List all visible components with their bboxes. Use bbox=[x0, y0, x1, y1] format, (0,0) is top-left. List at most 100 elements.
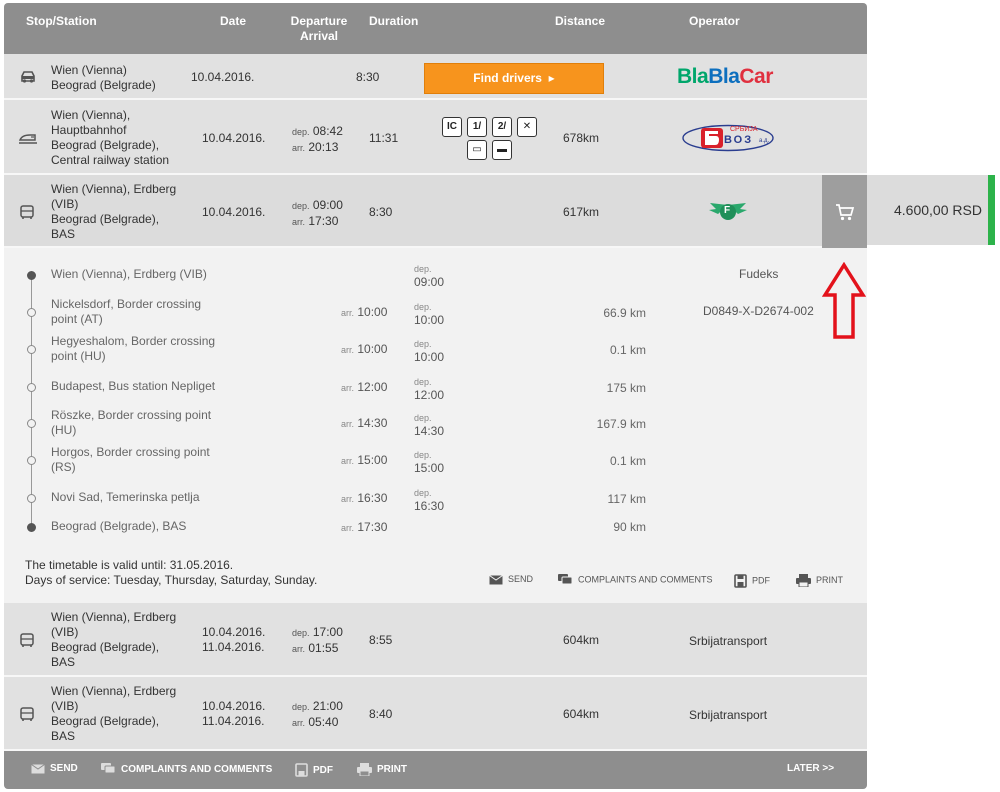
dep-time: 15:00 bbox=[414, 461, 445, 475]
find-drivers-button[interactable]: Find drivers ▸ bbox=[424, 63, 604, 94]
footer-print-button[interactable]: PRINT bbox=[357, 763, 407, 776]
print-button[interactable]: PRINT bbox=[796, 574, 843, 588]
stop-dot bbox=[27, 308, 36, 317]
table-row[interactable]: Wien (Vienna), Erdberg (VIB) Beograd (Be… bbox=[4, 677, 867, 751]
date: 10.04.2016. bbox=[202, 131, 266, 145]
ic-icon: IC bbox=[442, 117, 462, 137]
arr-time: 10:00 bbox=[357, 342, 388, 356]
later-label: LATER >> bbox=[787, 763, 835, 774]
stop-dep: dep. 14:30 bbox=[414, 411, 444, 438]
dep-label: dep. bbox=[414, 264, 432, 274]
duration: 8:30 bbox=[369, 205, 393, 219]
date: 10.04.2016. bbox=[191, 70, 255, 84]
cart-icon bbox=[836, 204, 855, 221]
duration: 11:31 bbox=[369, 131, 399, 145]
station: Wien (Vienna), Erdberg (VIB) Beograd (Be… bbox=[51, 182, 176, 242]
pdf-label: PDF bbox=[752, 575, 770, 586]
stop-name-line: Nickelsdorf, Border crossing bbox=[51, 297, 202, 311]
stop-dot bbox=[27, 419, 36, 428]
route-detail: Wien (Vienna), Erdberg (VIB) dep. 09:00 F… bbox=[4, 248, 867, 603]
arrival-time: 05:40 bbox=[308, 715, 339, 729]
footer-pdf-label: PDF bbox=[313, 764, 333, 776]
complaints-label: COMPLAINTS AND COMMENTS bbox=[578, 574, 713, 585]
dep-time: 10:00 bbox=[414, 313, 445, 327]
stop-dep: dep. 15:00 bbox=[414, 448, 444, 475]
departure-time: 09:00 bbox=[312, 198, 343, 212]
table-row-selected[interactable]: Wien (Vienna), Erdberg (VIB) Beograd (Be… bbox=[4, 175, 867, 248]
train-icon bbox=[18, 131, 38, 145]
price-box[interactable]: 4.600,00 RSD bbox=[867, 175, 995, 245]
timetable-panel: Stop/Station Date Departure Arrival Durat… bbox=[4, 3, 867, 789]
operator: Srbijatransport bbox=[689, 708, 768, 722]
bus-icon bbox=[19, 633, 37, 647]
dates: 10.04.2016. 11.04.2016. bbox=[202, 699, 265, 729]
stop-name-line: Horgos, Border crossing point bbox=[51, 445, 210, 459]
station-line: BAS bbox=[51, 655, 76, 669]
stop-name-line: (HU) bbox=[51, 423, 77, 437]
find-drivers-label: Find drivers bbox=[473, 71, 542, 85]
footer-send-button[interactable]: SEND bbox=[31, 763, 78, 774]
footer-print-label: PRINT bbox=[377, 764, 407, 775]
table-row[interactable]: Wien (Vienna) Beograd (Belgrade) 10.04.2… bbox=[4, 54, 867, 100]
send-button[interactable]: SEND bbox=[489, 574, 533, 585]
station: Wien (Vienna), Erdberg (VIB) Beograd (Be… bbox=[51, 684, 176, 744]
dep-label: dep. bbox=[414, 302, 432, 312]
stop-name-line: point (AT) bbox=[51, 312, 103, 326]
stop-distance: 66.9 km bbox=[603, 306, 646, 320]
stop-dot bbox=[27, 456, 36, 465]
printer-icon bbox=[796, 574, 811, 588]
arr-label: arr. bbox=[292, 217, 306, 227]
later-button[interactable]: LATER >> bbox=[787, 763, 834, 774]
station-line: Beograd (Belgrade), bbox=[51, 714, 160, 728]
distance: 617km bbox=[563, 205, 600, 219]
price: 4.600,00 RSD bbox=[894, 202, 982, 218]
first-class-icon: 1/ bbox=[467, 117, 487, 137]
footer-pdf-button[interactable]: PDF bbox=[295, 763, 333, 777]
srbija-voz-logo: СРБИЈА ВОЗ а.д. bbox=[682, 124, 774, 152]
dep-label: dep. bbox=[292, 127, 310, 137]
stop-name: Hegyeshalom, Border crossing point (HU) bbox=[51, 334, 251, 364]
date: 11.04.2016. bbox=[202, 640, 265, 654]
table-footer: SEND COMPLAINTS AND COMMENTS PDF PRINT L… bbox=[4, 751, 867, 789]
station-line: Beograd (Belgrade), bbox=[51, 640, 160, 654]
logo-part-2: Bla bbox=[708, 65, 740, 88]
comments-icon bbox=[558, 574, 573, 585]
table-row[interactable]: Wien (Vienna), Hauptbahnhof Beograd (Bel… bbox=[4, 100, 867, 175]
logo-part-1: Bla bbox=[677, 65, 709, 88]
stop-arr: arr. 10:00 bbox=[341, 305, 387, 319]
validity-info: The timetable is valid until: 31.05.2016… bbox=[25, 558, 317, 588]
cart-button[interactable] bbox=[822, 175, 867, 248]
dep-arr-times: dep. 21:00 arr. 05:40 bbox=[292, 699, 343, 731]
pdf-button[interactable]: PDF bbox=[734, 574, 770, 588]
blablacar-logo: BlaBlaCar bbox=[677, 65, 773, 89]
pdf-icon bbox=[734, 574, 747, 588]
departure-time: 08:42 bbox=[312, 124, 343, 138]
header-stop: Stop/Station bbox=[26, 14, 97, 28]
dep-time: 12:00 bbox=[414, 388, 445, 402]
stop-name-line: (RS) bbox=[51, 460, 76, 474]
stop-distance: 0.1 km bbox=[609, 343, 646, 357]
table-row[interactable]: Wien (Vienna), Erdberg (VIB) Beograd (Be… bbox=[4, 603, 867, 677]
stop-arr: arr. 17:30 bbox=[341, 520, 387, 534]
dep-arr-times: dep. 09:00 arr. 17:30 bbox=[292, 198, 343, 230]
stop-dep: dep. 10:00 bbox=[414, 337, 444, 364]
dep-label: dep. bbox=[414, 488, 432, 498]
arr-time: 12:00 bbox=[357, 380, 388, 394]
stop-name: Novi Sad, Temerinska petlja bbox=[51, 490, 200, 504]
footer-complaints-button[interactable]: COMPLAINTS AND COMMENTS bbox=[101, 763, 272, 775]
stop-distance: 117 km bbox=[607, 492, 646, 506]
stop-name: Röszke, Border crossing point (HU) bbox=[51, 408, 251, 438]
header-distance: Distance bbox=[555, 14, 606, 28]
complaints-button[interactable]: COMPLAINTS AND COMMENTS bbox=[558, 574, 713, 586]
dep-label: dep. bbox=[414, 450, 432, 460]
car-icon bbox=[19, 70, 37, 84]
stop-dot bbox=[27, 345, 36, 354]
dep-time: 09:00 bbox=[414, 275, 445, 289]
arr-time: 10:00 bbox=[357, 305, 388, 319]
header-departure-arrival: Departure Arrival bbox=[289, 14, 349, 44]
station: Wien (Vienna) Beograd (Belgrade) bbox=[51, 63, 156, 93]
stop-dep: dep. 09:00 bbox=[414, 262, 444, 289]
arrival-time: 20:13 bbox=[308, 140, 339, 154]
arr-time: 15:00 bbox=[357, 453, 388, 467]
envelope-icon bbox=[31, 763, 45, 773]
